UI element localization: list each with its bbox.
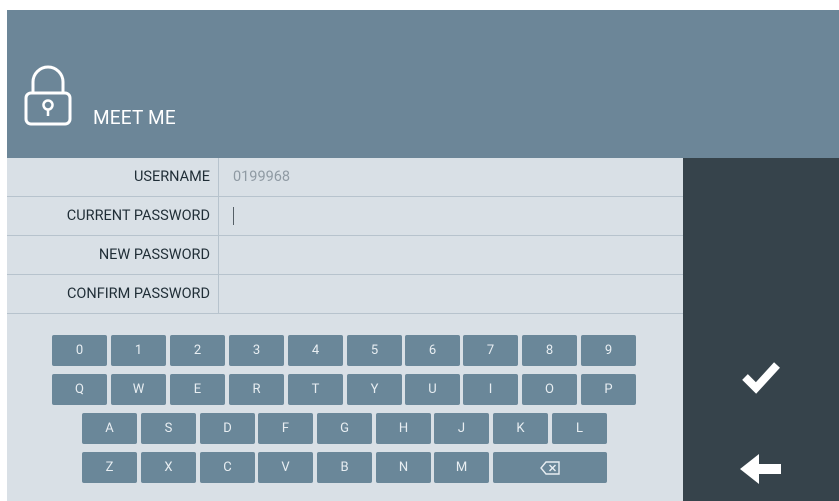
page-title: MEET ME [93,106,176,129]
new-password-row: NEW PASSWORD [7,236,683,275]
key-2[interactable]: 2 [170,335,225,366]
lock-icon [24,65,72,126]
key-g[interactable]: G [317,413,372,444]
confirm-password-field[interactable] [233,275,673,313]
on-screen-keyboard: 0 1 2 3 4 5 6 7 8 9 Q W E R T Y U I O P … [7,333,683,501]
key-l[interactable]: L [552,413,607,444]
username-label: USERNAME [133,168,210,185]
current-password-field[interactable] [233,197,673,235]
password-form: USERNAME 0199968 CURRENT PASSWORD NEW PA… [7,158,683,314]
backspace-key[interactable] [493,452,607,483]
key-7[interactable]: 7 [463,335,518,366]
key-6[interactable]: 6 [405,335,460,366]
confirm-password-row: CONFIRM PASSWORD [7,275,683,314]
new-password-label: NEW PASSWORD [98,246,210,263]
key-u[interactable]: U [405,374,460,405]
field-divider [218,197,219,235]
key-n[interactable]: N [376,452,431,483]
key-0[interactable]: 0 [52,335,107,366]
key-d[interactable]: D [200,413,255,444]
key-1[interactable]: 1 [111,335,166,366]
username-field[interactable]: 0199968 [233,158,290,196]
key-e[interactable]: E [170,374,225,405]
key-w[interactable]: W [111,374,166,405]
key-x[interactable]: X [141,452,196,483]
key-j[interactable]: J [434,413,489,444]
key-4[interactable]: 4 [288,335,343,366]
backspace-icon [540,460,560,475]
header-bar: MEET ME [7,10,839,158]
key-a[interactable]: A [82,413,137,444]
key-c[interactable]: C [200,452,255,483]
key-v[interactable]: V [258,452,313,483]
arrow-left-icon [740,454,781,484]
key-y[interactable]: Y [347,374,402,405]
key-b[interactable]: B [317,452,372,483]
key-9[interactable]: 9 [581,335,636,366]
current-password-label: CURRENT PASSWORD [66,207,210,224]
text-caret [233,207,234,225]
field-divider [218,158,219,196]
login-screen: MEET ME USERNAME 0199968 CURRENT PASSWOR… [7,10,839,501]
key-h[interactable]: H [376,413,431,444]
key-o[interactable]: O [522,374,577,405]
key-k[interactable]: K [493,413,548,444]
confirm-password-label: CONFIRM PASSWORD [66,285,210,302]
action-panel [683,158,839,501]
key-8[interactable]: 8 [522,335,577,366]
key-q[interactable]: Q [52,374,107,405]
key-5[interactable]: 5 [347,335,402,366]
field-divider [218,236,219,274]
confirm-button[interactable] [723,346,795,402]
key-s[interactable]: S [141,413,196,444]
back-button[interactable] [723,440,795,496]
checkmark-icon [742,362,780,394]
key-f[interactable]: F [258,413,313,444]
key-m[interactable]: M [434,452,489,483]
key-t[interactable]: T [288,374,343,405]
key-r[interactable]: R [229,374,284,405]
key-p[interactable]: P [581,374,636,405]
key-i[interactable]: I [463,374,518,405]
new-password-field[interactable] [233,236,673,274]
key-3[interactable]: 3 [229,335,284,366]
username-row: USERNAME 0199968 [7,158,683,197]
key-z[interactable]: Z [82,452,137,483]
current-password-row: CURRENT PASSWORD [7,197,683,236]
field-divider [218,275,219,313]
